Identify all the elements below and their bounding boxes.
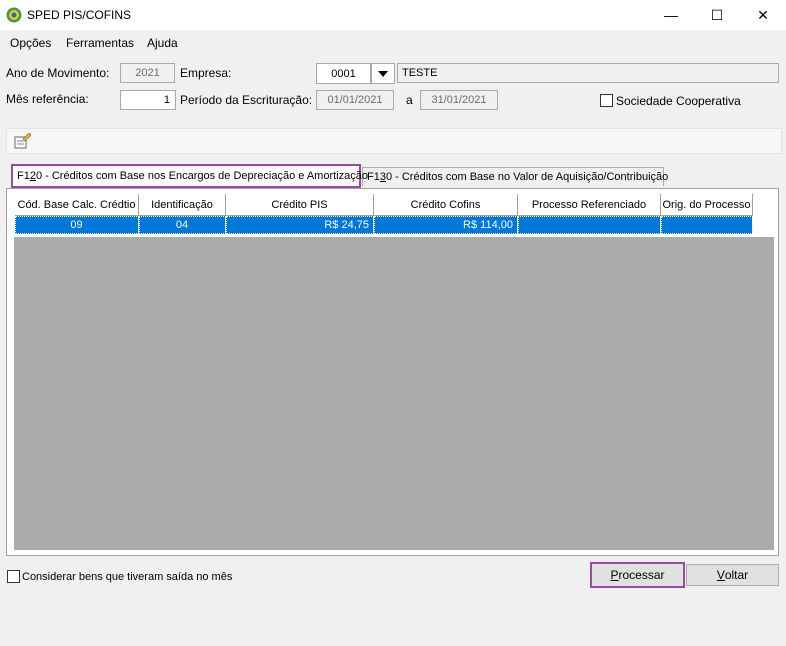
considerar-checkbox[interactable]: [7, 570, 20, 583]
empresa-label: Empresa:: [180, 66, 232, 80]
voltar-button[interactable]: Voltar: [686, 564, 779, 586]
sociedade-checkbox[interactable]: [600, 94, 613, 107]
periodo-start-field: 01/01/2021: [316, 90, 394, 110]
close-button[interactable]: ✕: [740, 0, 786, 30]
empresa-name-field: TESTE: [397, 63, 779, 83]
chevron-down-icon: [378, 70, 388, 77]
voltar-accel: V: [716, 568, 725, 582]
processar-accel: P: [610, 568, 619, 582]
processar-label: rocessar: [618, 568, 665, 582]
col-processo-referenciado[interactable]: Processo Referenciado: [517, 194, 661, 216]
credits-grid: Cód. Base Calc. Crédtio Identificação Cr…: [15, 194, 753, 234]
maximize-icon: ☐: [710, 6, 724, 23]
col-credito-pis[interactable]: Crédito PIS: [225, 194, 374, 216]
app-logo-icon: [6, 7, 22, 23]
periodo-label: Período da Escrituração:: [180, 93, 313, 107]
mes-label: Mês referência:: [6, 92, 89, 106]
tab-f130-prefix: F1: [367, 171, 380, 183]
close-icon: ✕: [757, 6, 769, 23]
toolbar: [6, 128, 782, 154]
ano-label: Ano de Movimento:: [6, 66, 110, 80]
empresa-dropdown-button[interactable]: [371, 63, 395, 84]
empresa-code-input[interactable]: 0001: [316, 63, 371, 84]
menu-opcoes[interactable]: Opções: [10, 36, 51, 50]
tab-f130-label: 0 - Créditos com Base no Valor de Aquisi…: [385, 171, 669, 183]
col-cod-base[interactable]: Cód. Base Calc. Crédtio: [15, 194, 139, 216]
minimize-icon: —: [664, 7, 678, 23]
periodo-end-field: 31/01/2021: [420, 90, 498, 110]
considerar-label: Considerar bens que tiveram saída no mês: [22, 571, 233, 583]
cell-credito-cofins[interactable]: R$ 114,00: [373, 215, 518, 234]
col-identificacao[interactable]: Identificação: [138, 194, 226, 216]
ano-field: 2021: [120, 63, 175, 83]
window-title: SPED PIS/COFINS: [27, 8, 132, 22]
cell-credito-pis[interactable]: R$ 24,75: [225, 215, 374, 234]
minimize-button[interactable]: —: [648, 0, 694, 30]
processar-button[interactable]: Processar: [590, 562, 685, 588]
cell-processo-referenciado[interactable]: [517, 215, 661, 234]
tab-f120-prefix: F1: [17, 170, 30, 182]
voltar-label: oltar: [724, 568, 749, 582]
tab-f120-label: 0 - Créditos com Base nos Encargos de De…: [35, 170, 368, 182]
cell-identificacao[interactable]: 04: [138, 215, 226, 234]
sociedade-label: Sociedade Cooperativa: [616, 94, 741, 108]
grid-empty-area: [14, 237, 774, 550]
mes-input[interactable]: 1: [120, 90, 176, 110]
edit-properties-icon[interactable]: [14, 133, 31, 150]
menu-ajuda[interactable]: Ajuda: [147, 36, 178, 50]
maximize-button[interactable]: ☐: [694, 0, 740, 30]
col-credito-cofins[interactable]: Crédito Cofins: [373, 194, 518, 216]
tab-f120[interactable]: F1 2 0 - Créditos com Base nos Encargos de…: [11, 164, 368, 188]
periodo-separator: a: [406, 93, 413, 107]
menu-ferramentas[interactable]: Ferramentas: [66, 36, 134, 50]
col-orig-processo[interactable]: Orig. do Processo: [660, 194, 753, 216]
cell-cod-base[interactable]: 09: [15, 215, 139, 234]
tab-f130[interactable]: F1 3 0 - Créditos com Base no Valor de Aqu…: [362, 167, 668, 186]
cell-orig-processo[interactable]: [660, 215, 753, 234]
table-row[interactable]: 09 04 R$ 24,75 R$ 114,00: [15, 215, 753, 234]
grid-header-row: Cód. Base Calc. Crédtio Identificação Cr…: [15, 194, 753, 216]
